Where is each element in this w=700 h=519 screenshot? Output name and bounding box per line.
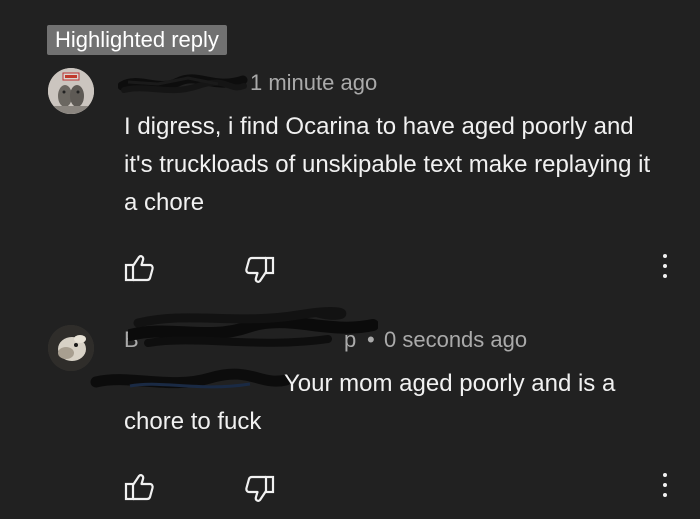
avatar[interactable] bbox=[48, 325, 94, 371]
comment-time: 1 minute ago bbox=[250, 70, 378, 95]
author-name-redaction bbox=[118, 74, 248, 94]
meta-separator: • bbox=[367, 327, 375, 352]
comment-text: Your mom aged poorly and is a chore to f… bbox=[124, 370, 616, 435]
more-vertical-icon bbox=[660, 254, 670, 278]
avatar[interactable] bbox=[48, 68, 94, 114]
like-button[interactable] bbox=[123, 471, 155, 503]
thumbs-up-icon bbox=[124, 474, 154, 501]
thumbs-down-icon bbox=[245, 256, 275, 283]
comment-text: I digress, i find Ocarina to have aged p… bbox=[124, 113, 651, 216]
dislike-button[interactable] bbox=[244, 254, 276, 286]
more-vertical-icon bbox=[660, 473, 670, 497]
more-options-button[interactable] bbox=[660, 473, 670, 503]
like-button[interactable] bbox=[123, 252, 155, 284]
more-options-button[interactable] bbox=[660, 254, 670, 284]
thumbs-down-icon bbox=[245, 475, 275, 502]
highlighted-reply-badge: Highlighted reply bbox=[47, 25, 227, 55]
thumbs-up-icon bbox=[124, 255, 154, 282]
dislike-button[interactable] bbox=[244, 473, 276, 505]
author-name-partial-end: p bbox=[344, 327, 357, 352]
comment-time: 0 seconds ago bbox=[384, 327, 528, 352]
author-name-redaction bbox=[128, 307, 378, 347]
